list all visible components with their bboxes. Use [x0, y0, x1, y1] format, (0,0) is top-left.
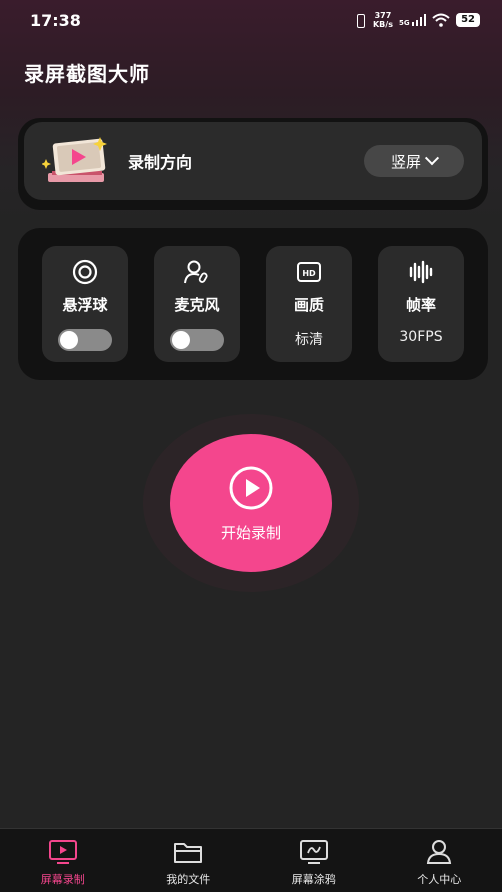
- tab-label: 屏幕涂鸦: [291, 873, 336, 886]
- status-bar: 17:38 377 KB/s 5G 52: [0, 0, 502, 40]
- option-label: 悬浮球: [62, 296, 108, 314]
- option-microphone[interactable]: 麦克风: [154, 246, 240, 362]
- option-framerate[interactable]: 帧率 30FPS: [378, 246, 464, 362]
- video-illustration-icon: [42, 137, 107, 182]
- waveform-icon: [409, 260, 433, 284]
- monitor-doodle-icon: [299, 840, 328, 864]
- chevron-down-icon: [424, 151, 440, 166]
- monitor-play-icon: [48, 840, 77, 864]
- microphone-toggle[interactable]: [170, 329, 224, 351]
- option-quality[interactable]: HD 画质 标清: [266, 246, 352, 362]
- tab-label: 个人中心: [417, 873, 462, 886]
- quality-value: 标清: [295, 332, 323, 348]
- network-type: 5G: [398, 19, 410, 27]
- wifi-icon: [432, 13, 450, 27]
- option-label: 帧率: [405, 296, 436, 314]
- signal-icon: [411, 14, 427, 26]
- orientation-select[interactable]: 竖屏: [364, 145, 464, 177]
- target-icon: [72, 259, 98, 285]
- status-time: 17:38: [30, 10, 81, 30]
- option-label: 画质: [293, 296, 324, 314]
- tab-label: 屏幕录制: [40, 873, 85, 886]
- app-title: 录屏截图大师: [24, 62, 150, 86]
- direction-row: 录制方向 竖屏: [24, 122, 482, 200]
- status-icons: 377 KB/s 5G 52: [353, 11, 480, 29]
- net-speed-value: 377: [374, 11, 392, 20]
- tab-my-files[interactable]: 我的文件: [126, 829, 252, 892]
- bottom-tab-bar: 屏幕录制 我的文件 屏幕涂鸦 个人中心: [0, 828, 502, 892]
- vibrate-icon: [353, 13, 367, 28]
- option-label: 麦克风: [174, 296, 220, 314]
- folder-icon: [174, 843, 203, 863]
- floating-ball-toggle[interactable]: [58, 329, 112, 351]
- play-circle-icon: [229, 466, 273, 509]
- direction-card: 录制方向 竖屏: [18, 118, 488, 210]
- hd-icon: HD: [297, 262, 321, 282]
- tab-label: 我的文件: [166, 873, 211, 886]
- tab-screen-record[interactable]: 屏幕录制: [0, 829, 126, 892]
- start-recording-label: 开始录制: [220, 523, 281, 542]
- option-floating-ball[interactable]: 悬浮球: [42, 246, 128, 362]
- svg-text:HD: HD: [302, 269, 316, 278]
- orientation-value: 竖屏: [390, 152, 421, 171]
- framerate-value: 30FPS: [399, 329, 443, 345]
- tab-screen-doodle[interactable]: 屏幕涂鸦: [251, 829, 377, 892]
- user-mic-icon: [184, 260, 208, 284]
- tab-profile[interactable]: 个人中心: [377, 829, 502, 892]
- net-speed-unit: KB/s: [372, 20, 393, 29]
- start-recording-button[interactable]: 开始录制: [170, 434, 332, 572]
- options-card: 悬浮球 麦克风 HD 画质 标清 帧率 30FPS: [18, 228, 488, 380]
- battery-indicator: 52: [456, 13, 480, 27]
- direction-label: 录制方向: [128, 153, 193, 172]
- net-speed: 377 KB/s: [373, 11, 393, 29]
- user-icon: [427, 840, 452, 864]
